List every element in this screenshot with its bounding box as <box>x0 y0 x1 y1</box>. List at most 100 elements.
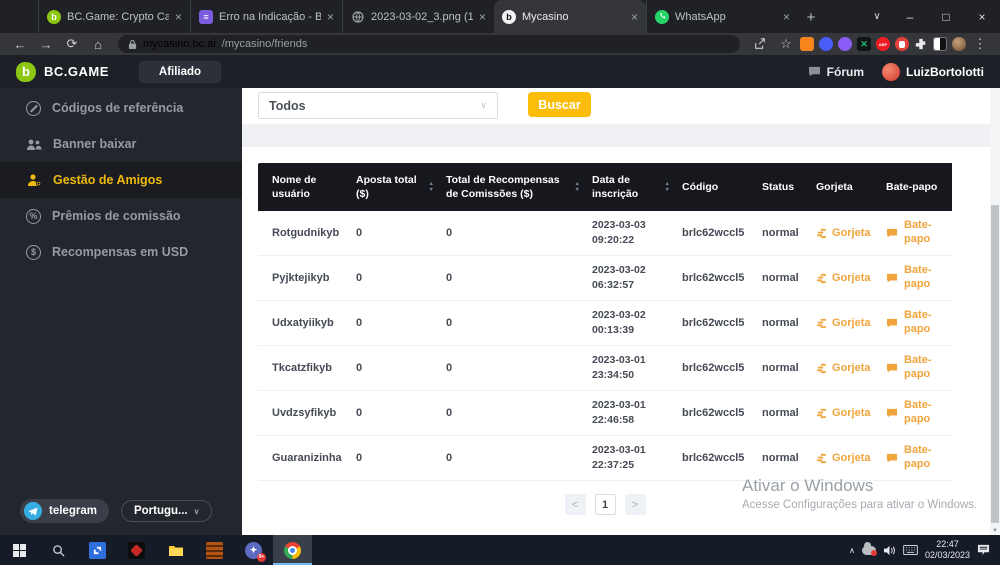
profile-avatar[interactable] <box>952 37 966 51</box>
prev-page-button[interactable]: < <box>565 494 586 515</box>
chat-link[interactable]: Bate-papo <box>874 211 952 256</box>
taskbar-clock[interactable]: 22:47 02/03/2023 <box>925 539 970 562</box>
start-button[interactable] <box>0 535 39 565</box>
chat-link[interactable]: Bate-papo <box>874 256 952 301</box>
bookmark-star-icon[interactable]: ☆ <box>774 34 798 54</box>
browser-tab-strip: b BC.Game: Crypto Casino Gam × ≡ Erro na… <box>0 0 1000 33</box>
taskbar-amd-app-icon[interactable] <box>78 535 117 565</box>
cell-username: Uvdzsyfikyb <box>258 391 344 436</box>
current-page[interactable]: 1 <box>595 494 616 515</box>
chat-link[interactable]: Bate-papo <box>874 301 952 346</box>
onedrive-cloud-icon[interactable] <box>862 546 876 555</box>
sidebar-item-recompensas-usd[interactable]: $ Recompensas em USD <box>0 234 242 270</box>
share-icon[interactable] <box>748 34 772 54</box>
forward-icon[interactable]: → <box>34 34 58 54</box>
tray-chevron-up-icon[interactable]: ∧ <box>849 546 855 555</box>
tab-close-icon[interactable]: × <box>175 10 182 24</box>
tab-erro-indicacao[interactable]: ≡ Erro na Indicação - BC.Game × <box>190 0 342 33</box>
col-header-rewards[interactable]: Total de Recompensas de Comissões ($) ▲▼ <box>434 163 580 211</box>
friends-filter-dropdown[interactable]: Todos ∨ <box>258 92 498 119</box>
cell-date: 2023-03-0200:13:39 <box>580 301 670 346</box>
minimize-button[interactable]: – <box>892 0 928 33</box>
list-favicon: ≡ <box>199 10 213 24</box>
adblock-icon[interactable]: ABP <box>876 37 890 51</box>
coins-icon <box>816 453 827 464</box>
taskbar-orange-app-icon[interactable] <box>195 535 234 565</box>
tab-mycasino-active[interactable]: b Mycasino × <box>494 0 646 33</box>
tab-title: 2023-03-02_3.png (1024×76 <box>371 11 473 23</box>
ext-hand-icon[interactable] <box>895 37 909 51</box>
language-selector[interactable]: Portugu... ∨ <box>121 500 213 522</box>
chat-link[interactable]: Bate-papo <box>874 346 952 391</box>
reload-icon[interactable]: ⟳ <box>60 34 84 54</box>
tip-link[interactable]: Gorjeta <box>804 256 874 301</box>
afiliado-button[interactable]: Afiliado <box>139 61 221 83</box>
taskbar-game-app-icon[interactable] <box>117 535 156 565</box>
tab-whatsapp[interactable]: WhatsApp × <box>646 0 798 33</box>
scroll-down-arrow-icon[interactable]: ▼ <box>990 528 1000 534</box>
ext-purple-icon[interactable] <box>838 37 852 51</box>
tab-close-icon[interactable]: × <box>327 10 334 24</box>
sidebar-item-codigos-referencia[interactable]: Códigos de referência <box>0 90 242 126</box>
chat-link[interactable]: Bate-papo <box>874 391 952 436</box>
tab-close-icon[interactable]: × <box>631 10 638 24</box>
maximize-button[interactable]: □ <box>928 0 964 33</box>
cell-code: brlc62wccl5 <box>670 346 750 391</box>
taskbar-file-explorer-icon[interactable] <box>156 535 195 565</box>
action-center-icon[interactable] <box>977 544 990 556</box>
notification-badge: 9+ <box>257 553 266 562</box>
tip-link[interactable]: Gorjeta <box>804 211 874 256</box>
cell-date: 2023-03-0122:37:25 <box>580 436 670 481</box>
forum-link[interactable]: Fórum <box>808 65 864 79</box>
menu-dots-icon[interactable]: ⋮ <box>968 34 992 54</box>
scrollbar-thumb[interactable] <box>991 205 999 523</box>
tip-link[interactable]: Gorjeta <box>804 436 874 481</box>
cell-bet: 0 <box>344 256 434 301</box>
cell-rewards: 0 <box>434 391 580 436</box>
volume-icon[interactable] <box>883 545 896 556</box>
sidebar-item-banner-baixar[interactable]: Banner baixar <box>0 126 242 162</box>
col-header-bet-total[interactable]: Aposta total ($) ▲▼ <box>344 163 434 211</box>
extensions-puzzle-icon[interactable] <box>914 37 928 51</box>
tip-link[interactable]: Gorjeta <box>804 391 874 436</box>
user-avatar[interactable] <box>882 63 900 81</box>
back-icon[interactable]: ← <box>8 34 32 54</box>
tab-title: Mycasino <box>522 11 625 23</box>
taskbar-search-icon[interactable] <box>39 535 78 565</box>
taskbar-chrome-icon[interactable] <box>273 535 312 565</box>
whatsapp-favicon <box>655 10 669 24</box>
chat-link[interactable]: Bate-papo <box>874 436 952 481</box>
commission-icon: % <box>26 209 41 224</box>
cell-status: normal <box>750 256 804 301</box>
vertical-scrollbar[interactable]: ▼ <box>990 88 1000 535</box>
cell-status: normal <box>750 301 804 346</box>
sidebar-item-label: Recompensas em USD <box>52 245 188 259</box>
new-tab-button[interactable]: + <box>798 4 824 30</box>
close-window-button[interactable]: × <box>964 0 1000 33</box>
tip-link[interactable]: Gorjeta <box>804 346 874 391</box>
bcgame-logo[interactable]: b <box>16 62 36 82</box>
user-name[interactable]: LuizBortolotti <box>906 65 984 79</box>
tab-close-icon[interactable]: × <box>479 10 486 24</box>
home-icon[interactable]: ⌂ <box>86 34 110 54</box>
bcgame-favicon: b <box>47 10 61 24</box>
coins-icon <box>816 273 827 284</box>
ext-x-icon[interactable]: ✕ <box>857 37 871 51</box>
ext-blue-icon[interactable] <box>819 37 833 51</box>
search-button[interactable]: Buscar <box>528 92 591 117</box>
taskbar-discord-icon[interactable]: ✦9+ <box>234 535 273 565</box>
tab-search-chevron-icon[interactable]: ∨ <box>862 0 892 33</box>
sidebar-item-premios-comissao[interactable]: % Prêmios de comissão <box>0 198 242 234</box>
tab-png-image[interactable]: 2023-03-02_3.png (1024×76 × <box>342 0 494 33</box>
metamask-icon[interactable] <box>800 37 814 51</box>
next-page-button[interactable]: > <box>625 494 646 515</box>
keyboard-icon[interactable] <box>903 545 918 555</box>
tab-close-icon[interactable]: × <box>783 10 790 24</box>
ext-square-icon[interactable] <box>933 37 947 51</box>
telegram-button[interactable]: telegram <box>20 499 109 523</box>
sidebar-item-gestao-de-amigos[interactable]: Gestão de Amigos <box>0 162 242 198</box>
tip-link[interactable]: Gorjeta <box>804 301 874 346</box>
address-bar[interactable]: mycasino.bc.ai/mycasino/friends <box>118 35 740 53</box>
tab-bcgame-casino[interactable]: b BC.Game: Crypto Casino Gam × <box>38 0 190 33</box>
col-header-signup-date[interactable]: Data de inscrição ▲▼ <box>580 163 670 211</box>
